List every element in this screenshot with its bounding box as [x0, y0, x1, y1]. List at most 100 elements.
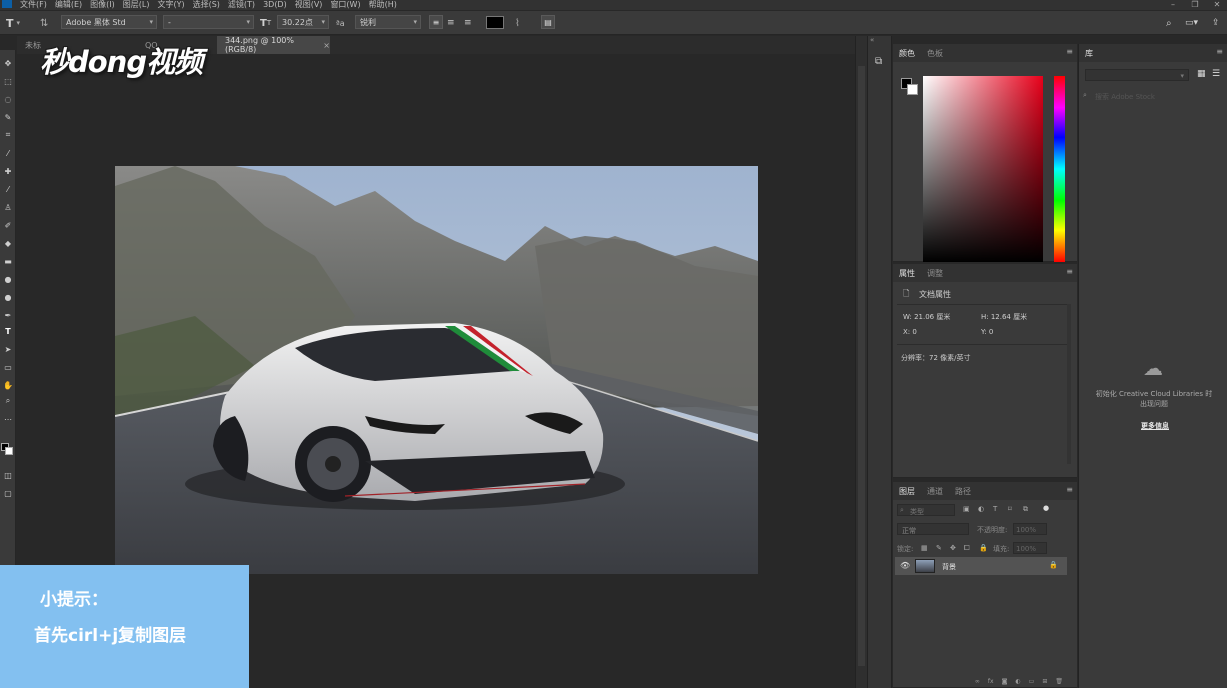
tab-libraries[interactable]: 库	[1085, 48, 1093, 59]
text-orientation-icon[interactable]: ⇅	[40, 15, 48, 31]
panel-menu-icon[interactable]: ≡	[1066, 47, 1073, 56]
layer-name[interactable]: 背景	[942, 562, 956, 572]
eyedropper-tool-icon[interactable]: ⁄	[0, 146, 16, 160]
menu-help[interactable]: 帮助(H)	[369, 1, 397, 9]
delete-layer-icon[interactable]: 🗑	[1055, 678, 1063, 688]
scrollbar-thumb[interactable]	[858, 66, 865, 666]
saturation-picker[interactable]	[923, 76, 1043, 262]
link-layers-icon[interactable]: ∞	[975, 678, 980, 688]
healing-brush-tool-icon[interactable]: ✚	[0, 164, 16, 178]
share-icon[interactable]: ⇪	[1212, 15, 1220, 31]
filter-adjustment-icon[interactable]: ◐	[978, 505, 984, 513]
document-image[interactable]	[115, 166, 758, 574]
filter-type-icon[interactable]: T	[993, 505, 997, 513]
add-mask-icon[interactable]: ◙	[1002, 678, 1008, 688]
eraser-tool-icon[interactable]: ◆	[0, 236, 16, 250]
close-tab-icon[interactable]: ×	[323, 41, 330, 50]
font-style-select[interactable]: - ▾	[163, 15, 254, 29]
panel-menu-icon[interactable]: ≡	[1066, 267, 1073, 276]
move-tool-icon[interactable]: ✥	[0, 56, 16, 70]
y-value[interactable]: Y: 0	[981, 328, 993, 336]
lock-artboard-icon[interactable]: ⧠	[964, 544, 970, 553]
menu-select[interactable]: 选择(S)	[193, 1, 220, 9]
lock-position-icon[interactable]: ✥	[950, 544, 956, 552]
shape-tool-icon[interactable]: ▭	[0, 360, 16, 374]
minimize-icon[interactable]: –	[1162, 0, 1184, 9]
adjustment-layer-icon[interactable]: ◐	[1015, 678, 1020, 688]
type-tool-preset[interactable]: T ▾	[6, 15, 20, 31]
collapse-arrows-icon[interactable]: «	[870, 36, 874, 44]
new-layer-icon[interactable]: ⊞	[1042, 678, 1047, 688]
stock-search-input[interactable]: ⌕ 搜索 Adobe Stock	[1083, 90, 1224, 102]
align-right-icon[interactable]: ≡	[464, 15, 472, 31]
tab-adjustments[interactable]: 调整	[927, 268, 943, 279]
close-window-icon[interactable]: ✕	[1206, 0, 1227, 9]
dodge-tool-icon[interactable]: ●	[0, 290, 16, 304]
menu-image[interactable]: 图像(I)	[90, 1, 115, 9]
more-info-link[interactable]: 更多信息	[1141, 421, 1169, 431]
text-color-swatch[interactable]	[486, 16, 504, 29]
eye-visibility-icon[interactable]: 👁	[900, 561, 910, 570]
menu-file[interactable]: 文件(F)	[20, 1, 47, 9]
clone-stamp-tool-icon[interactable]: ♙	[0, 200, 16, 214]
character-panel-icon[interactable]: ▤	[541, 15, 555, 29]
screen-mode-icon[interactable]: ▢	[0, 486, 16, 500]
marquee-tool-icon[interactable]: ⬚	[0, 74, 16, 88]
zoom-tool-icon[interactable]: ⌕	[0, 394, 16, 408]
blend-mode-select[interactable]: 正常	[897, 523, 969, 535]
type-tool-icon[interactable]: T	[0, 324, 16, 338]
path-select-tool-icon[interactable]: ➤	[0, 342, 16, 356]
layer-style-icon[interactable]: fx	[988, 678, 994, 688]
background-color-swatch[interactable]	[5, 447, 13, 455]
height-value[interactable]: H: 12.64 厘米	[981, 312, 1027, 322]
gradient-tool-icon[interactable]: ▬	[0, 254, 16, 268]
menu-view[interactable]: 视图(V)	[295, 1, 323, 9]
tab-channels[interactable]: 通道	[927, 486, 943, 497]
quick-mask-icon[interactable]: ◫	[0, 468, 16, 482]
lock-pixels-icon[interactable]: ✎	[936, 544, 942, 552]
fill-input[interactable]: 100%	[1013, 542, 1047, 554]
x-value[interactable]: X: 0	[903, 328, 917, 336]
blur-tool-icon[interactable]: ●	[0, 272, 16, 286]
lock-transparent-icon[interactable]: ▦	[921, 544, 928, 552]
new-group-icon[interactable]: ▭	[1029, 678, 1035, 688]
lock-all-icon[interactable]: 🔒	[979, 544, 988, 552]
menu-window[interactable]: 窗口(W)	[330, 1, 360, 9]
history-brush-tool-icon[interactable]: ✐	[0, 218, 16, 232]
warp-text-icon[interactable]: ⌇	[515, 15, 520, 31]
font-size-select[interactable]: 30.22点 ▾	[277, 15, 329, 29]
tab-color[interactable]: 颜色	[899, 48, 915, 59]
tab-properties[interactable]: 属性	[899, 268, 915, 279]
tab-active-document[interactable]: 344.png @ 100%(RGB/8) ×	[217, 36, 330, 54]
more-tools-icon[interactable]: ⋯	[0, 412, 16, 426]
panel-scrollbar[interactable]	[1067, 304, 1071, 464]
layer-row-background[interactable]: 👁 背景 🔒	[895, 557, 1067, 575]
background-swatch[interactable]	[907, 84, 918, 95]
panel-menu-icon[interactable]: ≡	[1066, 485, 1073, 494]
align-center-icon[interactable]: ≡	[447, 15, 455, 31]
menu-3d[interactable]: 3D(D)	[263, 1, 287, 9]
lasso-tool-icon[interactable]: ◌	[0, 92, 16, 106]
filter-pixel-icon[interactable]: ▣	[963, 505, 970, 513]
font-family-select[interactable]: Adobe 黑体 Std ▾	[61, 15, 157, 29]
width-value[interactable]: W: 21.06 厘米	[903, 312, 950, 322]
opacity-input[interactable]: 100%	[1013, 523, 1047, 535]
tab-layers[interactable]: 图层	[899, 486, 915, 497]
brush-tool-icon[interactable]: ⁄	[0, 182, 16, 196]
tab-paths[interactable]: 路径	[955, 486, 971, 497]
history-panel-icon[interactable]: ⧉	[875, 56, 882, 67]
grid-view-icon[interactable]: ▦	[1197, 69, 1206, 79]
search-icon[interactable]: ⌕	[1166, 15, 1172, 31]
vertical-scrollbar[interactable]	[855, 36, 867, 688]
pen-tool-icon[interactable]: ✒	[0, 308, 16, 322]
menu-layer[interactable]: 图层(L)	[123, 1, 150, 9]
menu-filter[interactable]: 滤镜(T)	[228, 1, 255, 9]
library-select[interactable]: ▾	[1085, 69, 1189, 81]
layer-filter-select[interactable]: ⌕ 类型	[897, 504, 955, 516]
hand-tool-icon[interactable]: ✋	[0, 378, 16, 392]
menu-type[interactable]: 文字(Y)	[157, 1, 184, 9]
filter-toggle-icon[interactable]: ●	[1043, 504, 1049, 512]
restore-icon[interactable]: ❐	[1184, 0, 1206, 9]
quick-select-tool-icon[interactable]: ✎	[0, 110, 16, 124]
list-view-icon[interactable]: ☰	[1212, 69, 1220, 79]
